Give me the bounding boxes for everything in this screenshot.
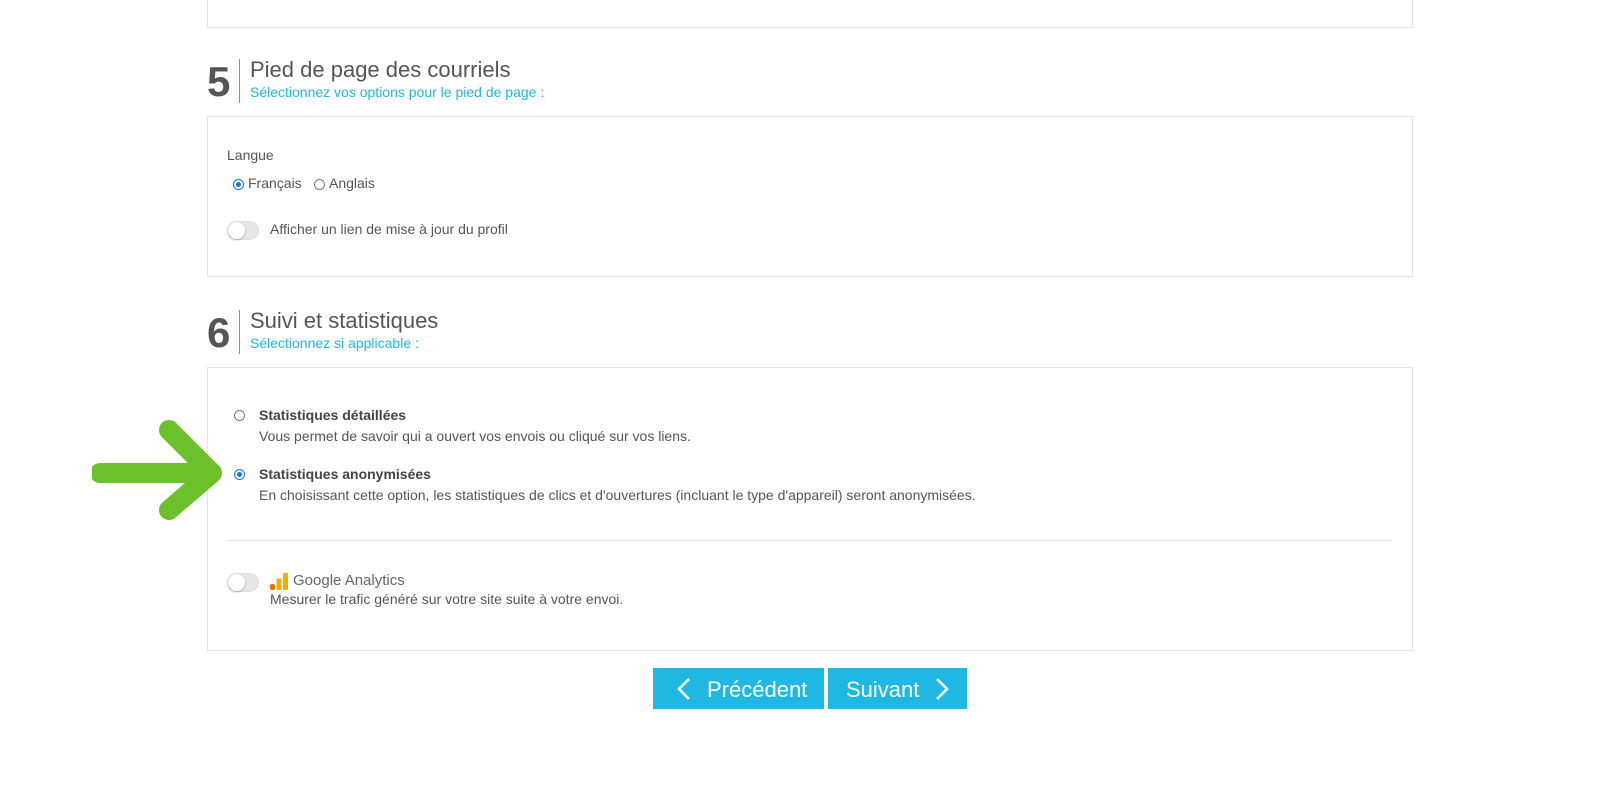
radio-francais[interactable]	[233, 179, 244, 190]
radio-anglais[interactable]	[314, 179, 325, 190]
profile-link-toggle-label: Afficher un lien de mise à jour du profi…	[270, 221, 508, 237]
previous-button-label: Précédent	[707, 677, 808, 702]
radio-anglais-label[interactable]: Anglais	[329, 175, 375, 191]
section-5-title: Pied de page des courriels	[250, 57, 511, 82]
google-analytics-toggle[interactable]	[227, 573, 259, 592]
language-label: Langue	[227, 147, 274, 163]
anonymized-stats-title[interactable]: Statistiques anonymisées	[259, 466, 431, 482]
profile-link-toggle[interactable]	[227, 221, 259, 240]
section-5-divider	[239, 59, 240, 103]
chevron-right-icon	[936, 678, 949, 700]
tracking-options-card: Statistiques détaillées Vous permet de s…	[207, 367, 1413, 651]
detailed-stats-title[interactable]: Statistiques détaillées	[259, 407, 406, 423]
previous-section-card	[207, 0, 1413, 28]
google-analytics-brand: Google Analytics	[293, 572, 405, 589]
radio-detailed-stats[interactable]	[234, 410, 245, 421]
section-6-divider	[239, 310, 240, 354]
next-button[interactable]: Suivant	[828, 668, 967, 709]
section-6-title: Suivi et statistiques	[250, 308, 439, 333]
radio-anonymized-stats[interactable]	[234, 469, 245, 480]
anonymized-stats-description: En choisissant cette option, les statist…	[259, 487, 976, 503]
section-divider	[228, 540, 1392, 541]
section-6-number: 6	[207, 309, 231, 356]
footer-options-card: Langue Français Anglais Afficher un lien…	[207, 116, 1413, 277]
next-button-label: Suivant	[846, 677, 920, 702]
radio-francais-label[interactable]: Français	[248, 175, 302, 191]
pointer-arrow-icon	[92, 420, 222, 520]
previous-button[interactable]: Précédent	[653, 668, 824, 709]
google-analytics-description: Mesurer le trafic généré sur votre site …	[270, 591, 624, 607]
section-6-subtitle: Sélectionnez si applicable :	[250, 335, 419, 351]
detailed-stats-description: Vous permet de savoir qui a ouvert vos e…	[259, 428, 691, 444]
section-5-number: 5	[207, 58, 231, 105]
section-5-subtitle: Sélectionnez vos options pour le pied de…	[250, 84, 545, 100]
chevron-left-icon	[677, 678, 690, 700]
google-analytics-icon	[270, 573, 288, 590]
